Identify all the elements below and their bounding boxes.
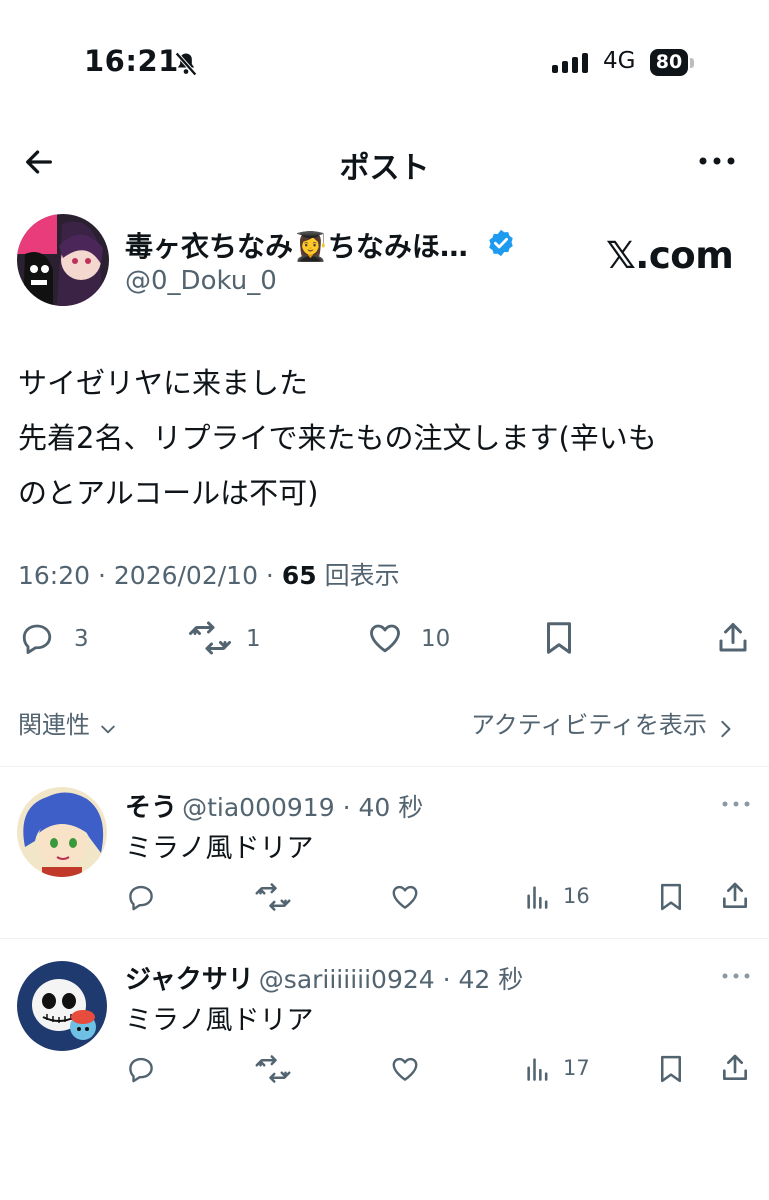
reply-more-icon[interactable] — [721, 800, 751, 808]
bookmark-button[interactable] — [543, 620, 575, 656]
author-handle[interactable]: @0_Doku_0 — [125, 266, 277, 296]
reply-views-count: 17 — [563, 1056, 590, 1080]
like-count: 10 — [421, 626, 451, 652]
status-time: 16:21 — [84, 44, 179, 78]
reply-share-icon[interactable] — [719, 1052, 751, 1084]
post-time: 16:20 — [18, 561, 91, 590]
show-activity-label: アクティビティを表示 — [471, 711, 707, 739]
reply-avatar[interactable] — [17, 787, 107, 877]
reply-button[interactable] — [18, 620, 56, 656]
reply-views-icon[interactable] — [524, 1054, 552, 1084]
battery-tip — [690, 58, 694, 68]
reply-author-handle[interactable]: @sariiiiiii0924 — [259, 965, 435, 994]
reply-author-handle[interactable]: @tia000919 — [182, 793, 335, 822]
signal-icon — [552, 53, 590, 73]
reply-like-button[interactable] — [389, 1054, 421, 1084]
relevance-filter[interactable]: 関連性 — [18, 705, 119, 740]
more-options-icon[interactable] — [697, 151, 737, 171]
page-title: ポスト — [339, 151, 430, 186]
reply-share-icon[interactable] — [719, 880, 751, 912]
repost-count: 1 — [246, 626, 261, 652]
author-avatar[interactable] — [17, 214, 109, 306]
post-views: 65 — [281, 561, 317, 590]
divider — [0, 938, 769, 939]
reply-repost-button[interactable] — [254, 1054, 292, 1084]
reply-reply-button[interactable] — [125, 882, 157, 912]
reply-avatar[interactable] — [17, 961, 107, 1051]
battery-level: 80 — [650, 49, 688, 76]
bell-muted-icon — [172, 50, 200, 78]
reply-text: ミラノ風ドリア — [125, 1005, 314, 1036]
chevron-right-icon — [721, 720, 731, 737]
reply-header: そう @tia000919 · 40 秒 — [125, 793, 424, 823]
verified-badge-icon — [486, 228, 516, 258]
reply-time: 40 秒 — [358, 793, 424, 822]
views-label: 回表示 — [324, 561, 400, 590]
reply-views-count: 16 — [563, 884, 590, 908]
show-activity-link[interactable]: アクティビティを表示 — [471, 705, 734, 740]
like-button[interactable] — [366, 620, 404, 656]
reply-bookmark-button[interactable] — [658, 1054, 684, 1084]
network-type: 4G — [603, 48, 636, 74]
reply-more-icon[interactable] — [721, 972, 751, 980]
reply-like-button[interactable] — [389, 882, 421, 912]
post-date: 2026/02/10 — [113, 561, 258, 590]
relevance-label: 関連性 — [18, 711, 90, 739]
x-com-watermark: 𝕏.com — [606, 234, 734, 277]
reply-header: ジャクサリ @sariiiiiii0924 · 42 秒 — [125, 965, 524, 995]
reply-bookmark-button[interactable] — [658, 882, 684, 912]
divider — [0, 766, 769, 767]
reply-time: 42 秒 — [458, 965, 524, 994]
reply-text: ミラノ風ドリア — [125, 833, 314, 864]
reply-reply-button[interactable] — [125, 1054, 157, 1084]
reply-views-icon[interactable] — [524, 882, 552, 912]
reply-count: 3 — [74, 626, 89, 652]
post-text: サイゼリヤに来ました 先着2名、リプライで来たもの注文します(辛いも のとアルコ… — [18, 366, 657, 510]
repost-button[interactable] — [188, 620, 232, 656]
author-display-name[interactable]: 毒ヶ衣ちなみ👩‍🎓ちなみほ… — [125, 225, 468, 265]
reply-repost-button[interactable] — [254, 882, 292, 912]
post-meta: 16:20 · 2026/02/10 · 65 回表示 — [18, 561, 400, 590]
share-icon[interactable] — [715, 620, 751, 656]
reply-author-name[interactable]: ジャクサリ — [125, 965, 254, 995]
reply-author-name[interactable]: そう — [125, 793, 177, 823]
chevron-down-icon — [101, 725, 115, 733]
